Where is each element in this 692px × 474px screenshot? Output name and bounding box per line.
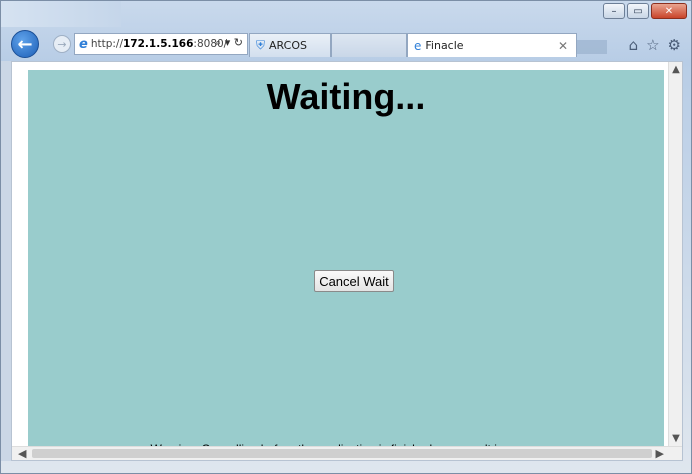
forward-arrow-icon: → [57,37,67,51]
ie-favicon-icon: e [414,38,422,53]
page-title: Waiting... [266,76,426,117]
window-controls: – ▭ ✕ [603,3,687,19]
tab-label: Finacle [425,39,464,52]
url-host: 172.1.5.166 [123,38,194,50]
back-button[interactable]: ← [11,30,39,58]
tab-obscured[interactable] [331,33,407,57]
horizontal-scrollbar[interactable]: ◀ ▶ [12,446,682,460]
favorites-star-icon[interactable]: ☆ [646,36,659,54]
tab-finacle[interactable]: e Finacle ✕ [407,33,577,57]
close-button[interactable]: ✕ [651,3,687,19]
forward-button[interactable]: → [53,35,71,53]
tab-favicon-icon: ⛨ [256,38,266,52]
home-icon[interactable]: ⌂ [629,36,639,54]
window-left-edge [1,61,11,461]
horizontal-scroll-thumb[interactable] [32,449,652,458]
url-prefix: http:// [90,38,123,50]
scroll-down-icon[interactable]: ▼ [669,433,683,444]
address-bar[interactable]: e http://172.1.5.166:8080/ ⌕ ▾ ↻ [74,33,248,55]
refresh-icon[interactable]: ↻ [234,36,243,49]
dropdown-icon[interactable]: ▾ [225,36,231,49]
obscured-region [577,40,607,54]
tab-close-icon[interactable]: ✕ [558,39,568,53]
vertical-scrollbar[interactable]: ▲ ▼ [668,62,682,446]
settings-gear-icon[interactable]: ⚙ [668,36,681,54]
toolbar-icons: ⌂ ☆ ⚙ [629,36,681,54]
maximize-button[interactable]: ▭ [627,3,649,19]
page-viewport: Waiting... Cancel Wait Warning: Cancelli… [11,61,683,461]
ie-logo-icon: e [79,36,88,52]
scroll-right-icon[interactable]: ▶ [656,447,664,460]
scroll-up-icon[interactable]: ▲ [669,64,683,75]
titlebar [1,1,121,27]
minimize-button[interactable]: – [603,3,625,19]
search-icon[interactable]: ⌕ [215,36,221,49]
browser-window: – ▭ ✕ ← → e http://172.1.5.166:8080/ ⌕ ▾… [0,0,692,474]
back-arrow-icon: ← [17,33,33,55]
cancel-wait-button[interactable]: Cancel Wait [314,270,394,292]
tab-label: ARCOS [269,39,307,52]
address-url[interactable]: http://172.1.5.166:8080/ [91,38,227,50]
address-tools: ⌕ ▾ ↻ [215,36,243,50]
tab-arcos[interactable]: ⛨ ARCOS [249,33,331,57]
navigation-bar: ← → e http://172.1.5.166:8080/ ⌕ ▾ ↻ ⛨ A… [1,30,691,60]
scroll-left-icon[interactable]: ◀ [18,447,26,460]
waiting-page: Waiting... Cancel Wait Warning: Cancelli… [28,70,664,456]
